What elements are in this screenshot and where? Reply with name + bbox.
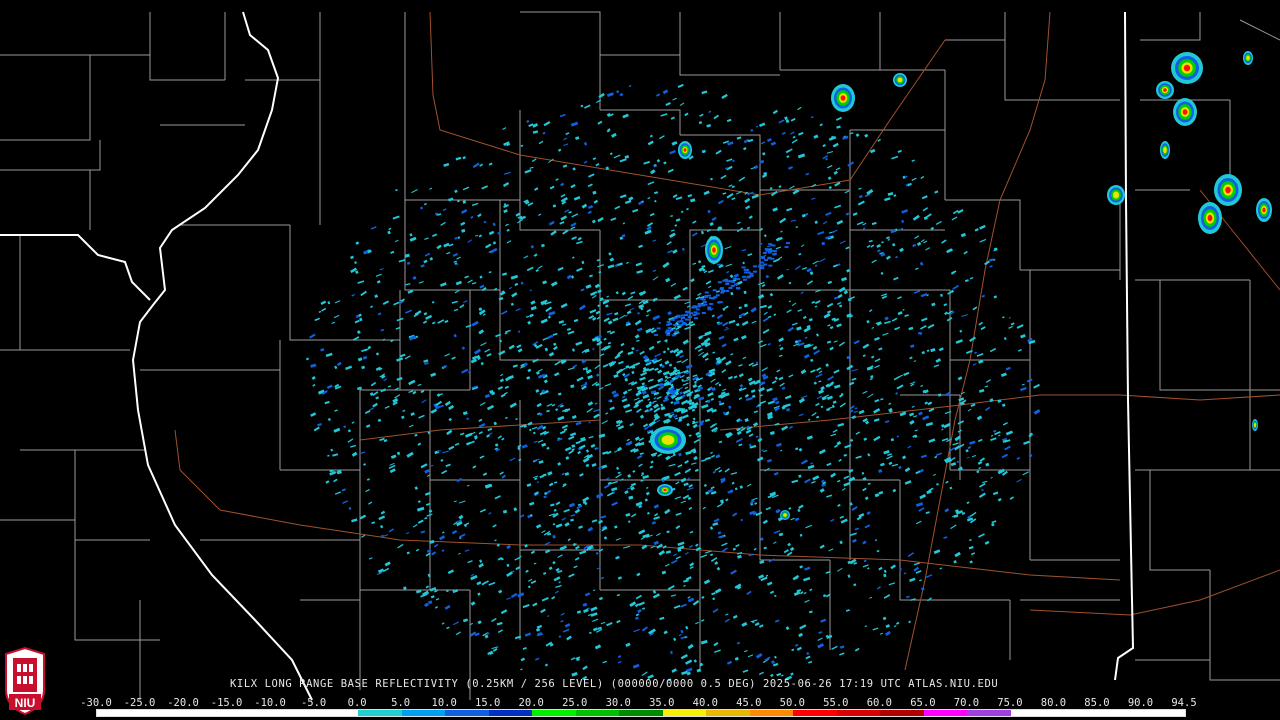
colorbar-swatch [532, 710, 576, 716]
colorbar-label: 85.0 [1084, 697, 1110, 709]
colorbar-swatch [1097, 710, 1142, 716]
colorbar-label: 80.0 [1040, 697, 1067, 709]
colorbar-swatch [1010, 710, 1055, 716]
colorbar-label: 75.0 [997, 697, 1023, 709]
colorbar-swatch [749, 710, 794, 716]
colorbar-label: 50.0 [779, 697, 805, 709]
colorbar-swatch [1141, 710, 1185, 716]
colorbar-label: -30.0 [80, 697, 112, 709]
colorbar-label: 90.0 [1127, 697, 1154, 709]
colorbar-label: 30.0 [605, 697, 631, 709]
colorbar-label: 0.0 [347, 697, 367, 709]
colorbar-label: 70.0 [953, 697, 980, 709]
product-caption: KILX LONG RANGE BASE REFLECTIVITY (0.25K… [230, 678, 999, 690]
colorbar-swatch [227, 710, 272, 716]
colorbar-label: 15.0 [475, 697, 501, 709]
colorbar-label: 55.0 [823, 697, 849, 709]
colorbar-swatch [97, 710, 141, 716]
colorbar-swatch [923, 710, 968, 716]
colorbar-label: -25.0 [123, 697, 156, 709]
colorbar-label: -15.0 [210, 697, 243, 709]
colorbar-swatch [662, 710, 707, 716]
colorbar-swatch [619, 710, 663, 716]
colorbar-swatch [880, 710, 924, 716]
colorbar-label: -20.0 [167, 697, 199, 709]
radar-map [0, 0, 1280, 720]
colorbar-swatch [314, 710, 359, 716]
niu-logo: NIU [5, 646, 45, 716]
colorbar-swatch [358, 710, 402, 716]
colorbar-label: -10.0 [254, 697, 286, 709]
colorbar-swatch [1054, 710, 1098, 716]
logo-text: NIU [15, 696, 36, 710]
colorbar-label: 20.0 [518, 697, 544, 709]
colorbar-label: 94.5 [1171, 697, 1197, 709]
colorbar-label: 45.0 [736, 697, 762, 709]
colorbar-label: 60.0 [866, 697, 893, 709]
colorbar-label: 65.0 [910, 697, 936, 709]
colorbar [96, 709, 1186, 717]
colorbar-swatch [793, 710, 837, 716]
colorbar-label: 10.0 [431, 697, 457, 709]
colorbar-swatch [445, 710, 489, 716]
colorbar-swatch [967, 710, 1011, 716]
colorbar-swatch [706, 710, 750, 716]
colorbar-swatch [271, 710, 315, 716]
colorbar-label: 35.0 [649, 697, 675, 709]
colorbar-label: 5.0 [391, 697, 411, 709]
colorbar-swatch [184, 710, 228, 716]
colorbar-swatch [575, 710, 620, 716]
colorbar-swatch [836, 710, 881, 716]
colorbar-label: -5.0 [300, 697, 327, 709]
colorbar-label: 25.0 [562, 697, 588, 709]
colorbar-labels: -30.0 -25.0 -20.0 -15.0 -10.0 -5.0 0.0 5.0 10.0 1… [80, 697, 1196, 709]
colorbar-swatch [401, 710, 446, 716]
colorbar-label: 40.0 [692, 697, 718, 709]
colorbar-swatch [140, 710, 185, 716]
colorbar-swatch [488, 710, 533, 716]
